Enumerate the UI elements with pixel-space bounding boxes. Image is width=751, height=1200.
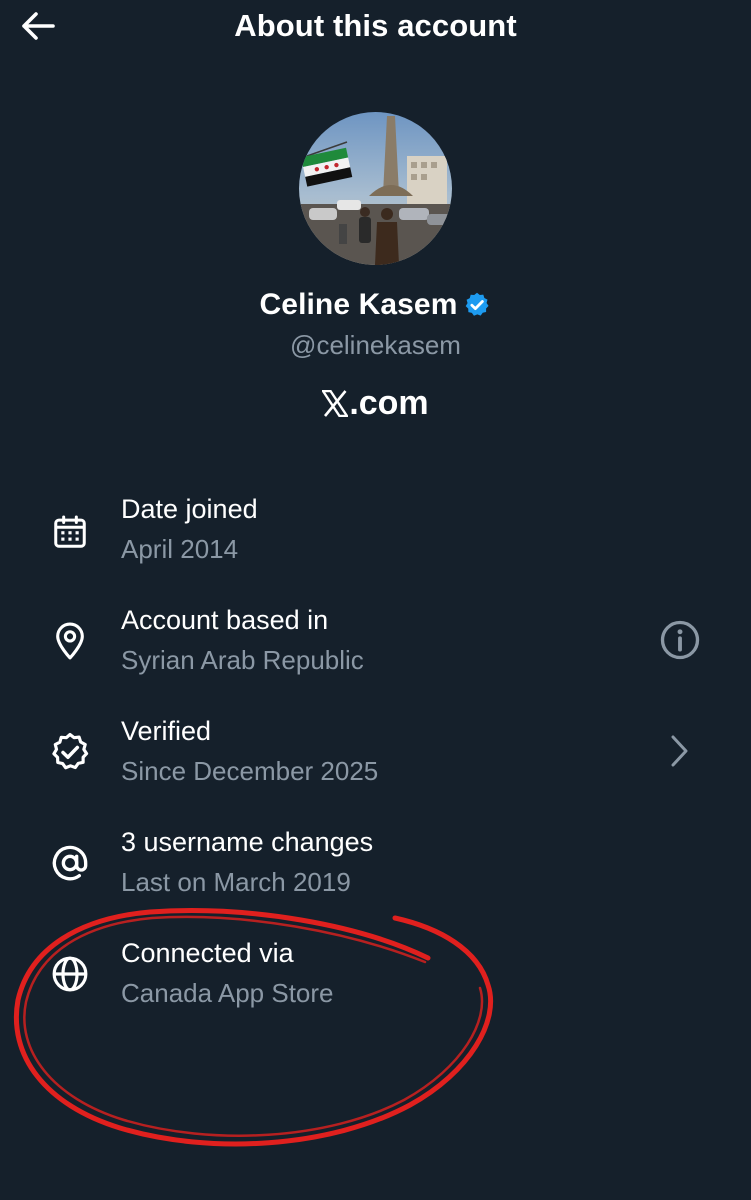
detail-label: Connected via: [121, 938, 294, 968]
chevron-right-icon[interactable]: [658, 729, 702, 773]
calendar-icon: [48, 510, 92, 554]
detail-value: Last on March 2019: [121, 867, 351, 897]
verified-badge-icon[interactable]: [463, 291, 491, 319]
detail-row-account-based-in: Account based in Syrian Arab Republic: [0, 601, 751, 691]
detail-row-date-joined: Date joined April 2014: [0, 490, 751, 580]
detail-label: Date joined: [121, 494, 258, 524]
detail-value: Since December 2025: [121, 756, 379, 786]
location-pin-icon: [48, 619, 92, 663]
name-row: Celine Kasem: [0, 288, 751, 322]
detail-value: Canada App Store: [121, 978, 334, 1008]
detail-row-username-changes: 3 username changes Last on March 2019: [0, 823, 751, 913]
info-icon[interactable]: [658, 618, 702, 662]
platform-label: .com: [0, 384, 751, 423]
x-logo-icon: [322, 390, 349, 417]
avatar[interactable]: [299, 112, 452, 265]
detail-label: Verified: [121, 716, 212, 746]
user-handle: @celinekasem: [290, 330, 461, 360]
platform-domain: .com: [349, 384, 429, 422]
detail-label: 3 username changes: [121, 827, 374, 857]
detail-row-verified[interactable]: Verified Since December 2025: [0, 712, 751, 802]
page-title: About this account: [234, 8, 517, 43]
top-bar: About this account: [0, 0, 751, 56]
detail-row-connected-via: Connected via Canada App Store: [0, 934, 751, 1024]
detail-value: Syrian Arab Republic: [121, 645, 364, 675]
at-sign-icon: [48, 841, 92, 885]
globe-icon: [48, 952, 92, 996]
detail-label: Account based in: [121, 605, 329, 635]
display-name: Celine Kasem: [259, 288, 458, 321]
detail-value: April 2014: [121, 534, 239, 564]
verified-check-icon: [48, 730, 92, 774]
